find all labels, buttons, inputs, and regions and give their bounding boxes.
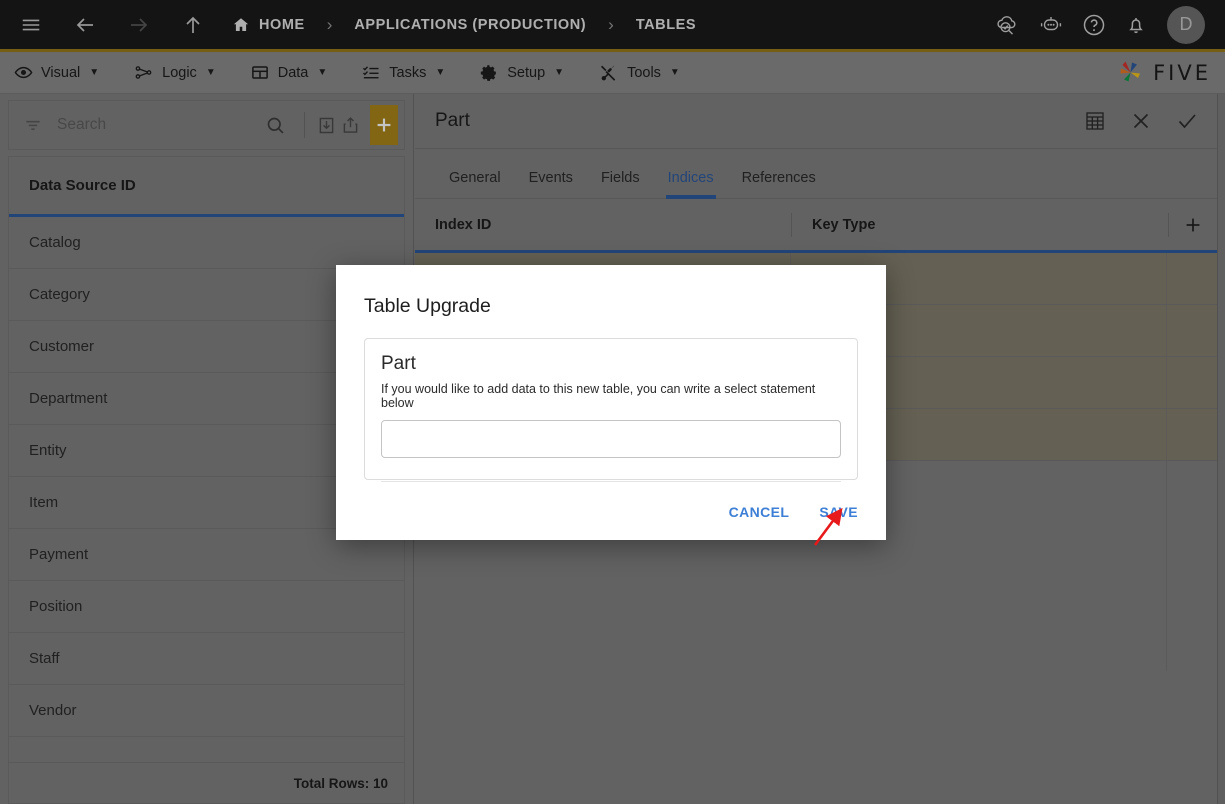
select-statement-input[interactable] [381,420,841,458]
dialog-rule [381,481,841,482]
save-button[interactable]: SAVE [819,504,858,520]
app-root: HOME › APPLICATIONS (PRODUCTION) › TABLE… [0,0,1225,804]
dialog-actions: CANCEL SAVE [364,504,858,540]
dialog-title: Table Upgrade [364,295,491,317]
dialog-table-name: Part [381,353,416,374]
dialog-body-card: Part If you would like to add data to th… [364,338,858,482]
dialog-description: If you would like to add data to this ne… [381,382,816,410]
cancel-button[interactable]: CANCEL [729,504,790,520]
table-upgrade-dialog: Table Upgrade Part If you would like to … [336,265,886,540]
